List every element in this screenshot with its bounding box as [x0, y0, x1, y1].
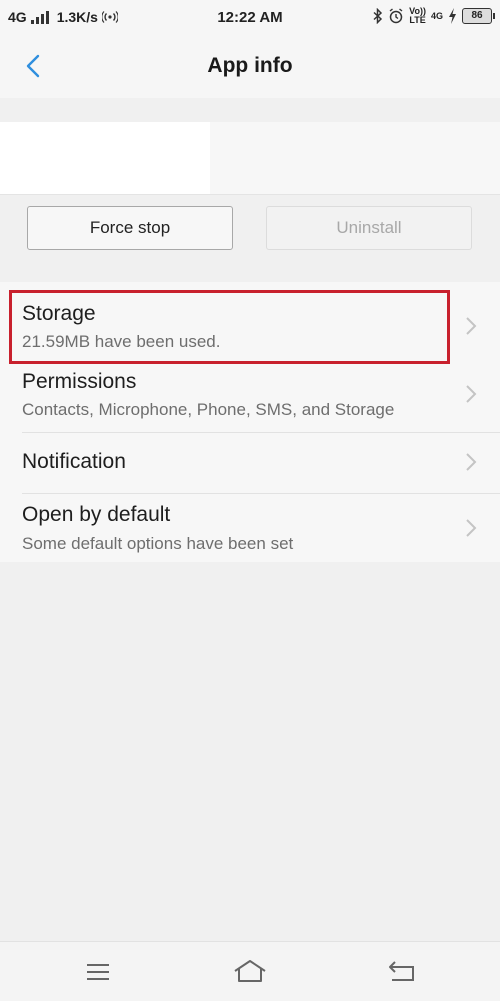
- settings-list: Storage 21.59MB have been used. Permissi…: [0, 282, 500, 562]
- volte-bottom: LTE: [409, 15, 426, 25]
- home-icon: [234, 960, 266, 982]
- chevron-right-icon: [466, 385, 477, 403]
- menu-button[interactable]: [80, 958, 116, 986]
- alarm-icon: [389, 8, 403, 24]
- list-item-storage[interactable]: Storage 21.59MB have been used.: [0, 282, 500, 364]
- item-title: Permissions: [22, 370, 137, 393]
- item-subtitle: Some default options have been set: [22, 534, 294, 553]
- list-item-permissions[interactable]: Permissions Contacts, Microphone, Phone,…: [0, 364, 500, 432]
- volte-indicator: Vo)) LTE: [409, 7, 426, 25]
- page-title: App info: [207, 54, 293, 77]
- chevron-right-icon: [466, 453, 477, 471]
- status-bar: 4G 1.3K/s 12:22 AM Vo)) LTE 4G 86: [0, 0, 500, 34]
- status-right: Vo)) LTE 4G 86: [373, 7, 495, 25]
- battery-icon: 86: [462, 8, 495, 24]
- item-title: Storage: [22, 302, 96, 325]
- battery-level: 86: [471, 10, 483, 21]
- back-nav-button[interactable]: [384, 958, 420, 986]
- item-title: Notification: [22, 450, 126, 473]
- home-button[interactable]: [232, 958, 268, 986]
- item-subtitle: Contacts, Microphone, Phone, SMS, and St…: [22, 400, 395, 419]
- uninstall-button[interactable]: Uninstall: [266, 206, 472, 250]
- list-item-open-by-default[interactable]: Open by default Some default options hav…: [0, 494, 500, 562]
- chevron-right-icon: [466, 317, 477, 335]
- app-bar: App info: [0, 34, 500, 98]
- app-header-redacted: [0, 122, 210, 194]
- app-header: [0, 122, 500, 195]
- list-item-notification[interactable]: Notification: [0, 433, 500, 493]
- force-stop-button[interactable]: Force stop: [27, 206, 233, 250]
- chevron-right-icon: [466, 519, 477, 537]
- bluetooth-icon: [373, 8, 383, 24]
- charging-icon: [449, 8, 456, 24]
- menu-icon: [87, 964, 109, 980]
- item-title: Open by default: [22, 503, 171, 526]
- item-subtitle: 21.59MB have been used.: [22, 332, 221, 351]
- back-icon: [389, 961, 414, 981]
- network-indicator-right: 4G: [430, 10, 443, 21]
- navigation-bar: [0, 941, 500, 1001]
